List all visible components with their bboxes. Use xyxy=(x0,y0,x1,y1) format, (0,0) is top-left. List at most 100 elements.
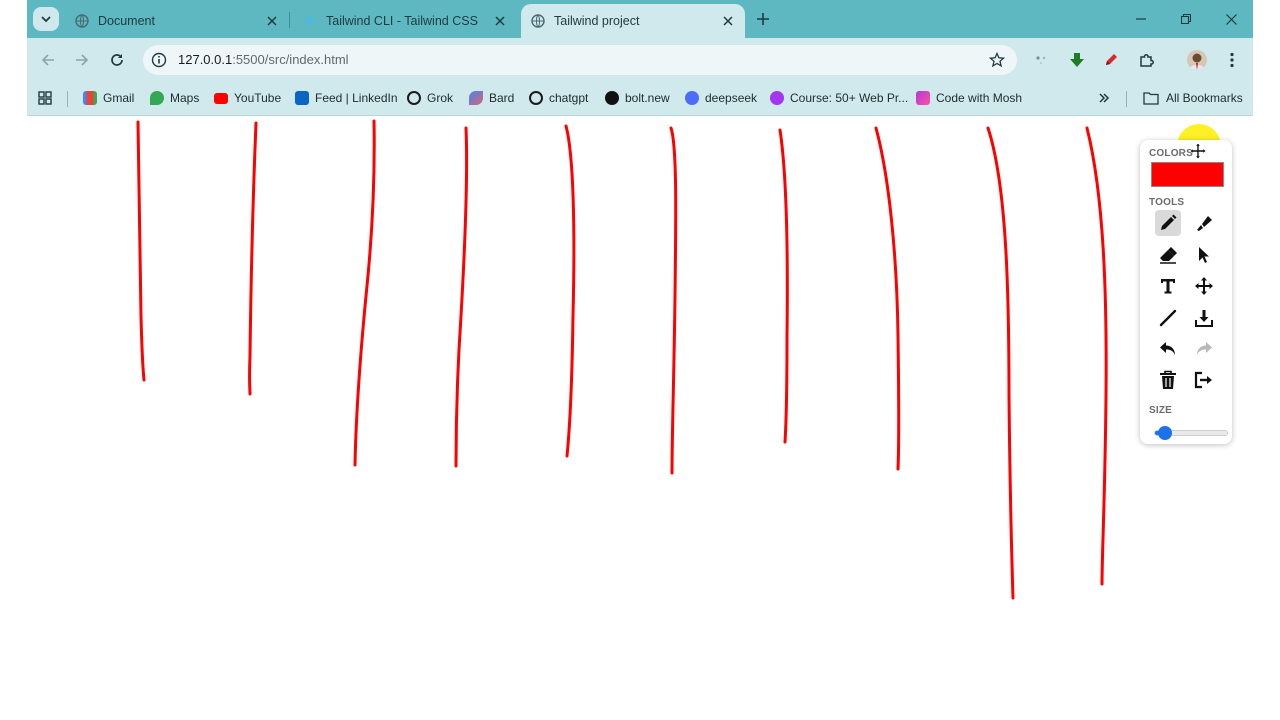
bookmark-separator xyxy=(67,91,68,107)
close-tab-icon[interactable] xyxy=(493,14,507,28)
marker-tool-button[interactable] xyxy=(1191,210,1217,236)
restore-icon xyxy=(1181,14,1191,24)
profile-avatar[interactable] xyxy=(1187,50,1207,70)
bookmark-linkedin[interactable]: Feed | LinkedIn xyxy=(295,89,398,107)
text-tool-button[interactable] xyxy=(1155,273,1181,299)
color-picker[interactable] xyxy=(1151,162,1224,187)
tab-tailwind-cli[interactable]: Tailwind CLI - Tailwind CSS xyxy=(293,4,517,38)
back-button[interactable] xyxy=(38,50,58,70)
drawn-strokes xyxy=(136,119,1108,600)
bookmark-deepseek[interactable]: deepseek xyxy=(685,89,757,107)
chevron-double-right-icon xyxy=(1099,93,1110,103)
size-slider-thumb[interactable] xyxy=(1158,426,1173,440)
globe-icon xyxy=(75,14,89,28)
download-tool-button[interactable] xyxy=(1191,305,1217,331)
clear-tool-button[interactable] xyxy=(1155,367,1181,393)
address-bar[interactable]: 127.0.0.1:5500/src/index.html xyxy=(143,45,1017,75)
tab-tailwind-project[interactable]: Tailwind project xyxy=(521,4,745,38)
close-window-button[interactable] xyxy=(1221,9,1241,29)
tab-title: Document xyxy=(98,14,155,28)
bookmark-star-icon[interactable] xyxy=(989,52,1005,68)
close-tab-icon[interactable] xyxy=(721,14,735,28)
bookmark-gmail[interactable]: Gmail xyxy=(83,89,134,107)
url-host: 127.0.0.1 xyxy=(178,52,233,67)
extensions-puzzle-icon[interactable] xyxy=(1137,50,1157,70)
drawn-stroke xyxy=(248,121,258,396)
arrow-right-icon xyxy=(76,54,89,66)
apps-grid-icon[interactable] xyxy=(38,89,52,107)
tab-title: Tailwind CLI - Tailwind CSS xyxy=(326,14,478,28)
eraser-tool-button[interactable] xyxy=(1155,242,1181,268)
url-path: :5500/src/index.html xyxy=(232,52,349,67)
mosh-icon xyxy=(916,91,930,105)
close-tab-icon[interactable] xyxy=(265,14,279,28)
drawing-canvas[interactable]: COLORS TOOLS SIZE xyxy=(27,116,1253,720)
drawn-stroke xyxy=(454,126,469,468)
bookmark-grok[interactable]: Grok xyxy=(407,89,453,107)
bookmark-label: YouTube xyxy=(234,91,282,105)
forward-button[interactable] xyxy=(72,50,92,70)
exit-icon xyxy=(1194,371,1212,389)
move-tool-button[interactable] xyxy=(1191,273,1217,299)
bookmark-bard[interactable]: Bard xyxy=(469,89,514,107)
size-label: SIZE xyxy=(1149,405,1173,416)
line-icon xyxy=(1159,309,1177,327)
linkedin-icon xyxy=(295,91,309,105)
bookmark-code-with-mosh[interactable]: Code with Mosh xyxy=(916,89,1022,107)
bookmark-label: Maps xyxy=(170,91,200,105)
exit-tool-button[interactable] xyxy=(1191,367,1217,393)
bookmark-course[interactable]: Course: 50+ Web Pr... xyxy=(770,89,908,107)
maps-pin-icon xyxy=(150,91,164,105)
close-icon xyxy=(1225,13,1237,25)
trash-icon xyxy=(1160,370,1176,389)
bookmark-label: Course: 50+ Web Pr... xyxy=(790,91,909,105)
chevron-down-icon xyxy=(41,16,51,23)
bookmark-bolt[interactable]: bolt.new xyxy=(605,89,670,107)
bard-sparkle-icon xyxy=(469,91,483,105)
restore-button[interactable] xyxy=(1176,9,1196,29)
drawn-stroke xyxy=(1085,126,1108,586)
tab-search-button[interactable] xyxy=(33,7,59,31)
all-bookmarks-button[interactable]: All Bookmarks xyxy=(1143,89,1243,107)
pencil-icon xyxy=(1161,214,1177,230)
bookmark-youtube[interactable]: YouTube xyxy=(214,89,281,107)
browser-menu-icon[interactable] xyxy=(1222,50,1242,70)
bookmark-label: Feed | LinkedIn xyxy=(315,91,398,105)
redo-tool-button[interactable] xyxy=(1191,336,1217,362)
globe-icon xyxy=(531,14,545,28)
bolt-icon xyxy=(605,91,619,105)
colors-label: COLORS xyxy=(1149,148,1193,159)
move-icon xyxy=(1195,277,1213,295)
reload-button[interactable] xyxy=(107,50,127,70)
size-slider[interactable] xyxy=(1154,426,1228,440)
pen-extension-icon[interactable] xyxy=(1101,50,1121,70)
undo-tool-button[interactable] xyxy=(1155,336,1181,362)
folder-icon xyxy=(1143,92,1159,105)
minimize-button[interactable] xyxy=(1131,9,1151,29)
move-cursor-icon xyxy=(1189,142,1207,160)
more-bookmarks-button[interactable] xyxy=(1098,89,1110,107)
deepseek-whale-icon xyxy=(685,91,699,105)
text-icon xyxy=(1161,279,1175,294)
new-tab-button[interactable] xyxy=(753,9,773,29)
bookmark-maps[interactable]: Maps xyxy=(150,89,199,107)
pointer-tool-button[interactable] xyxy=(1191,242,1217,268)
download-arrow-icon[interactable] xyxy=(1067,50,1087,70)
browser-window: Document Tailwind CLI - Tailwind CSS Tai… xyxy=(27,0,1253,720)
left-margin xyxy=(0,0,27,720)
minimize-icon xyxy=(1136,18,1146,20)
pointer-icon xyxy=(1199,247,1209,263)
site-info-icon[interactable] xyxy=(151,52,167,68)
drawn-stroke xyxy=(778,128,789,444)
line-tool-button[interactable] xyxy=(1155,305,1181,331)
bookmark-label: Code with Mosh xyxy=(936,91,1023,105)
extension-dots-icon[interactable] xyxy=(1031,50,1051,70)
all-bookmarks-label: All Bookmarks xyxy=(1166,91,1243,105)
pencil-tool-button[interactable] xyxy=(1155,210,1181,236)
marker-icon xyxy=(1197,216,1212,231)
drawn-stroke xyxy=(136,120,146,382)
url-text: 127.0.0.1:5500/src/index.html xyxy=(178,52,349,67)
tab-document[interactable]: Document xyxy=(65,4,289,38)
bookmark-chatgpt[interactable]: chatgpt xyxy=(529,89,588,107)
drawn-stroke xyxy=(986,126,1015,600)
